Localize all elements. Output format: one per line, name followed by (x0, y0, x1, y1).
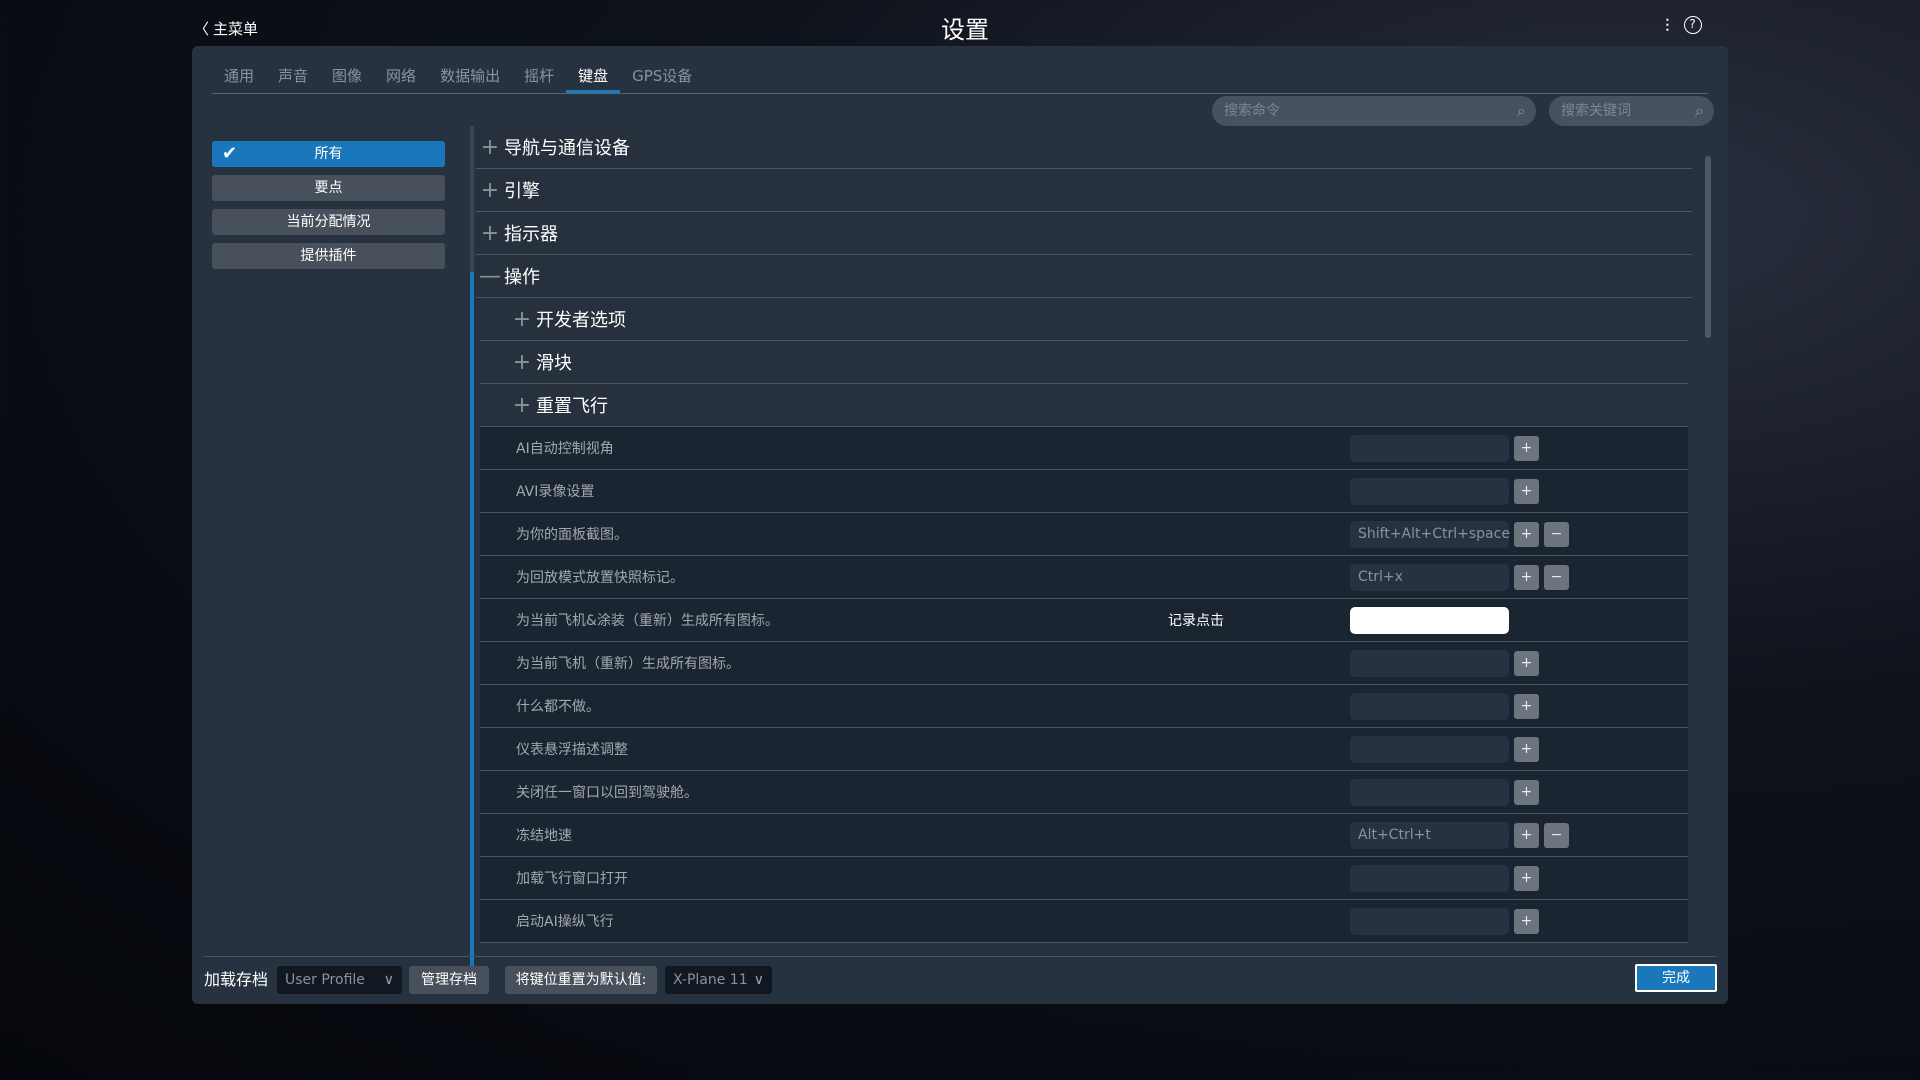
tab-bar: 通用 声音 图像 网络 数据输出 摇杆 键盘 GPS设备 (212, 60, 1708, 94)
add-binding-button[interactable]: + (1514, 565, 1539, 590)
sidebar-filter-2[interactable]: 当前分配情况 (212, 209, 445, 235)
search-keyword-input[interactable]: 搜索关键词 ⌕ (1549, 96, 1714, 126)
command-row: 为当前飞机&涂装（重新）生成所有图标。 记录点击 (480, 599, 1688, 642)
add-binding-button[interactable]: + (1514, 909, 1539, 934)
sliders-icon[interactable]: ⫶ (1665, 16, 1670, 37)
group-row[interactable]: + 指示器 (476, 212, 1692, 255)
remove-binding-button[interactable]: − (1544, 565, 1569, 590)
tab-3[interactable]: 网络 (374, 60, 428, 93)
tab-2[interactable]: 图像 (320, 60, 374, 93)
chevron-down-icon: ∨ (753, 972, 764, 988)
key-binding-field[interactable]: Ctrl+x (1350, 564, 1509, 591)
add-binding-button[interactable]: + (1514, 479, 1539, 504)
expand-icon[interactable]: + (508, 393, 536, 418)
record-prompt: 记录点击 (1168, 613, 1224, 629)
done-button[interactable]: 完成 (1635, 964, 1717, 992)
expand-icon[interactable]: + (476, 178, 504, 203)
remove-binding-button[interactable]: − (1544, 823, 1569, 848)
command-row: 冻结地速 Alt+Ctrl+t + − (480, 814, 1688, 857)
preset-dropdown[interactable]: X-Plane 11 ∨ (665, 966, 772, 994)
expand-icon[interactable]: + (476, 221, 504, 246)
group-row[interactable]: + 引擎 (476, 169, 1692, 212)
key-binding-field[interactable] (1350, 736, 1509, 763)
key-binding-field[interactable] (1350, 908, 1509, 935)
reset-keys-button[interactable]: 将键位重置为默认值: (505, 966, 657, 994)
command-row: 关闭任一窗口以回到驾驶舱。 + (480, 771, 1688, 814)
search-icon: ⌕ (1517, 101, 1526, 120)
manage-profiles-button[interactable]: 管理存档 (409, 966, 489, 994)
expand-icon[interactable]: + (476, 135, 504, 160)
collapse-icon[interactable]: — (476, 264, 504, 289)
command-row: 为你的面板截图。 Shift+Alt+Ctrl+space + − (480, 513, 1688, 556)
profile-dropdown[interactable]: User Profile ∨ (277, 966, 402, 994)
add-binding-button[interactable]: + (1514, 651, 1539, 676)
chevron-down-icon: ∨ (383, 972, 394, 988)
key-binding-field[interactable]: Shift+Alt+Ctrl+space (1350, 521, 1510, 548)
key-binding-field[interactable]: Alt+Ctrl+t (1350, 822, 1509, 849)
key-binding-field[interactable] (1350, 693, 1509, 720)
key-binding-field[interactable] (1350, 607, 1509, 634)
add-binding-button[interactable]: + (1514, 436, 1539, 461)
group-row[interactable]: + 滑块 (480, 341, 1688, 384)
tab-6[interactable]: 键盘 (566, 60, 621, 93)
command-row: 加载飞行窗口打开 + (480, 857, 1688, 900)
key-binding-field[interactable] (1350, 478, 1509, 505)
command-row: 为回放模式放置快照标记。 Ctrl+x + − (480, 556, 1688, 599)
key-binding-field[interactable] (1350, 779, 1509, 806)
key-binding-field[interactable] (1350, 435, 1509, 462)
expand-icon[interactable]: + (508, 307, 536, 332)
sidebar-filter-0[interactable]: ✔ 所有 (212, 141, 445, 167)
key-binding-field[interactable] (1350, 650, 1509, 677)
settings-panel: 通用 声音 图像 网络 数据输出 摇杆 键盘 GPS设备 搜索命令 ⌕ 搜索关键词 ⌕ ✔ 所有要点… (192, 46, 1728, 1004)
command-row: AVI录像设置 + (480, 470, 1688, 513)
tab-0[interactable]: 通用 (212, 60, 266, 93)
tab-7[interactable]: GPS设备 (620, 60, 704, 93)
command-row: AI自动控制视角 + (480, 427, 1688, 470)
help-icon[interactable]: ? (1683, 16, 1702, 34)
key-binding-field[interactable] (1350, 865, 1509, 892)
sidebar-filter-1[interactable]: 要点 (212, 175, 445, 201)
command-row: 什么都不做。 + (480, 685, 1688, 728)
check-icon: ✔ (222, 143, 238, 164)
add-binding-button[interactable]: + (1514, 823, 1539, 848)
add-binding-button[interactable]: + (1514, 737, 1539, 762)
search-icon: ⌕ (1695, 101, 1704, 120)
command-row: 仪表悬浮描述调整 + (480, 728, 1688, 771)
expand-icon[interactable]: + (508, 350, 536, 375)
add-binding-button[interactable]: + (1514, 866, 1539, 891)
add-binding-button[interactable]: + (1514, 694, 1539, 719)
group-row[interactable]: + 重置飞行 (480, 384, 1688, 427)
tab-4[interactable]: 数据输出 (428, 60, 512, 93)
sidebar-filter-3[interactable]: 提供插件 (212, 243, 445, 269)
add-binding-button[interactable]: + (1514, 522, 1539, 547)
load-profile-label: 加载存档 (204, 970, 269, 989)
tab-5[interactable]: 摇杆 (512, 60, 566, 93)
group-row[interactable]: + 导航与通信设备 (476, 126, 1692, 169)
command-list: + 导航与通信设备 + 引擎 + 指示器 — 操作 + 开发者选项 + 滑块 + 重置飞行 AI自动控制视角… (470, 126, 1710, 984)
tab-1[interactable]: 声音 (266, 60, 320, 93)
page-title: 设置 (941, 16, 989, 44)
command-row: 为当前飞机（重新）生成所有图标。 + (480, 642, 1688, 685)
group-row[interactable]: + 开发者选项 (480, 298, 1688, 341)
command-row: 启动AI操纵飞行 + (480, 900, 1688, 943)
search-command-input[interactable]: 搜索命令 ⌕ (1212, 96, 1536, 126)
group-row[interactable]: — 操作 (476, 255, 1692, 298)
remove-binding-button[interactable]: − (1544, 522, 1569, 547)
scrollbar[interactable] (1705, 156, 1711, 338)
add-binding-button[interactable]: + (1514, 780, 1539, 805)
divider (204, 956, 1716, 957)
